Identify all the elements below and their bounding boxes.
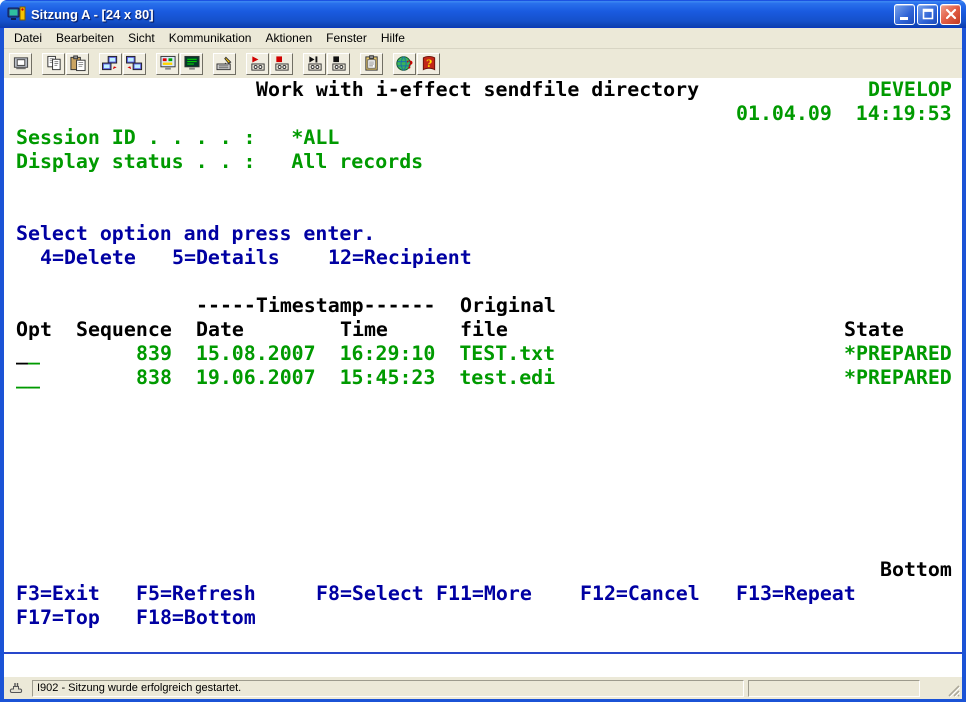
copy-button[interactable] <box>42 53 65 75</box>
status-panel-secondary <box>748 680 920 697</box>
fkey-f17-top: F17=Top <box>16 606 100 630</box>
menu-item-kommunikation[interactable]: Kommunikation <box>162 29 259 47</box>
close-icon <box>943 6 959 22</box>
keyboard-setup-button[interactable] <box>213 53 236 75</box>
macro-play-button[interactable] <box>246 53 269 75</box>
menu-item-sicht[interactable]: Sicht <box>121 29 162 47</box>
col-header-time: Time <box>340 318 388 342</box>
menu-bar: DateiBearbeitenSichtKommunikationAktione… <box>4 28 962 48</box>
status-message-panel: I902 - Sitzung wurde erfolgreich gestart… <box>32 680 744 697</box>
menu-item-aktionen[interactable]: Aktionen <box>258 29 319 47</box>
row-1-state: *PREPARED <box>844 342 952 366</box>
clipboard-button[interactable] <box>360 53 383 75</box>
terminal-screen[interactable]: Work with i-effect sendfile directory DEV… <box>4 78 962 676</box>
window-body: DateiBearbeitenSichtKommunikationAktione… <box>4 28 962 699</box>
screen-title: Work with i-effect sendfile directory <box>256 78 699 102</box>
display-setup-icon <box>158 55 178 72</box>
col-header-opt: Opt <box>16 318 52 342</box>
send-file-button[interactable] <box>99 53 122 75</box>
oia-separator <box>4 652 962 654</box>
fkey-f5-refresh: F5=Refresh <box>136 582 256 606</box>
window-title: Sitzung A - [24 x 80] <box>31 7 892 22</box>
fkey-f3-exit: F3=Exit <box>16 582 100 606</box>
original-header: Original <box>460 294 556 318</box>
print-screen-icon <box>11 55 31 72</box>
title-bar[interactable]: Sitzung A - [24 x 80] <box>0 0 966 28</box>
web-help-button[interactable]: ? <box>393 53 416 75</box>
macro-record-button[interactable] <box>327 53 350 75</box>
macro-step-button[interactable] <box>303 53 326 75</box>
option-5-details: 5=Details <box>172 246 280 270</box>
opt-input-row-1-cursor[interactable]: _ <box>16 342 28 366</box>
menu-item-datei[interactable]: Datei <box>7 29 49 47</box>
row-2-data: 838 19.06.2007 15:45:23 test.edi <box>136 366 555 390</box>
resize-grip[interactable] <box>946 683 960 697</box>
clipboard-icon <box>362 55 382 72</box>
timestamp-header: -----Timestamp------ <box>196 294 436 318</box>
window-frame: Sitzung A - [24 x 80] DateiBearbeitenSic… <box>0 0 966 702</box>
close-button[interactable] <box>940 4 961 25</box>
copy-icon <box>44 55 64 72</box>
macro-stop-icon <box>272 55 292 72</box>
display-setup-button[interactable] <box>156 53 179 75</box>
window-controls <box>892 4 961 25</box>
fkey-f8-select: F8=Select <box>316 582 424 606</box>
app-icon <box>7 5 27 23</box>
paste-icon <box>68 55 88 72</box>
status-bar: I902 - Sitzung wurde erfolgreich gestart… <box>4 676 962 699</box>
status-message: I902 - Sitzung wurde erfolgreich gestart… <box>37 682 241 694</box>
send-file-icon <box>101 55 121 72</box>
menu-item-fenster[interactable]: Fenster <box>319 29 374 47</box>
print-screen-button[interactable] <box>9 53 32 75</box>
menu-item-bearbeiten[interactable]: Bearbeiten <box>49 29 121 47</box>
macro-record-icon <box>329 55 349 72</box>
opt-input-row-2[interactable]: __ <box>16 366 40 390</box>
option-4-delete: 4=Delete <box>40 246 136 270</box>
macro-play-icon <box>248 55 268 72</box>
fkey-f12-cancel: F12=Cancel <box>580 582 700 606</box>
paste-button[interactable] <box>66 53 89 75</box>
row-1-data: 839 15.08.2007 16:29:10 TEST.txt <box>136 342 555 366</box>
connection-icon <box>8 679 28 697</box>
col-header-file: file <box>460 318 508 342</box>
select-prompt: Select option and press enter. <box>16 222 375 246</box>
system-name: DEVELOP <box>868 78 952 102</box>
web-help-icon: ? <box>395 55 415 72</box>
date-time: 01.04.09 14:19:53 <box>736 102 952 126</box>
macro-stop-button[interactable] <box>270 53 293 75</box>
fkey-f13-repeat: F13=Repeat <box>736 582 856 606</box>
col-header-sequence: Sequence <box>76 318 172 342</box>
menu-item-hilfe[interactable]: Hilfe <box>374 29 412 47</box>
option-12-recipient: 12=Recipient <box>328 246 472 270</box>
help-icon: ? <box>419 55 439 72</box>
keyboard-setup-icon <box>215 55 235 72</box>
session-id-line: Session ID . . . . : *ALL <box>16 126 339 150</box>
session-screen-button[interactable] <box>180 53 203 75</box>
receive-file-icon <box>125 55 145 72</box>
row-2-state: *PREPARED <box>844 366 952 390</box>
minimize-icon <box>897 6 913 22</box>
col-header-state: State <box>844 318 904 342</box>
toolbar: ?? <box>4 48 962 78</box>
svg-text:?: ? <box>406 58 413 72</box>
macro-step-icon <box>305 55 325 72</box>
fkey-f11-more: F11=More <box>436 582 532 606</box>
help-button[interactable]: ? <box>417 53 440 75</box>
minimize-button[interactable] <box>894 4 915 25</box>
display-status-line: Display status . . : All records <box>16 150 423 174</box>
maximize-icon <box>920 6 936 22</box>
col-header-date: Date <box>196 318 244 342</box>
maximize-button[interactable] <box>917 4 938 25</box>
bottom-indicator: Bottom <box>880 558 952 582</box>
session-screen-icon <box>182 55 202 72</box>
opt-input-row-1[interactable]: _ <box>28 342 40 366</box>
receive-file-button[interactable] <box>123 53 146 75</box>
svg-text:?: ? <box>426 58 432 70</box>
fkey-f18-bottom: F18=Bottom <box>136 606 256 630</box>
